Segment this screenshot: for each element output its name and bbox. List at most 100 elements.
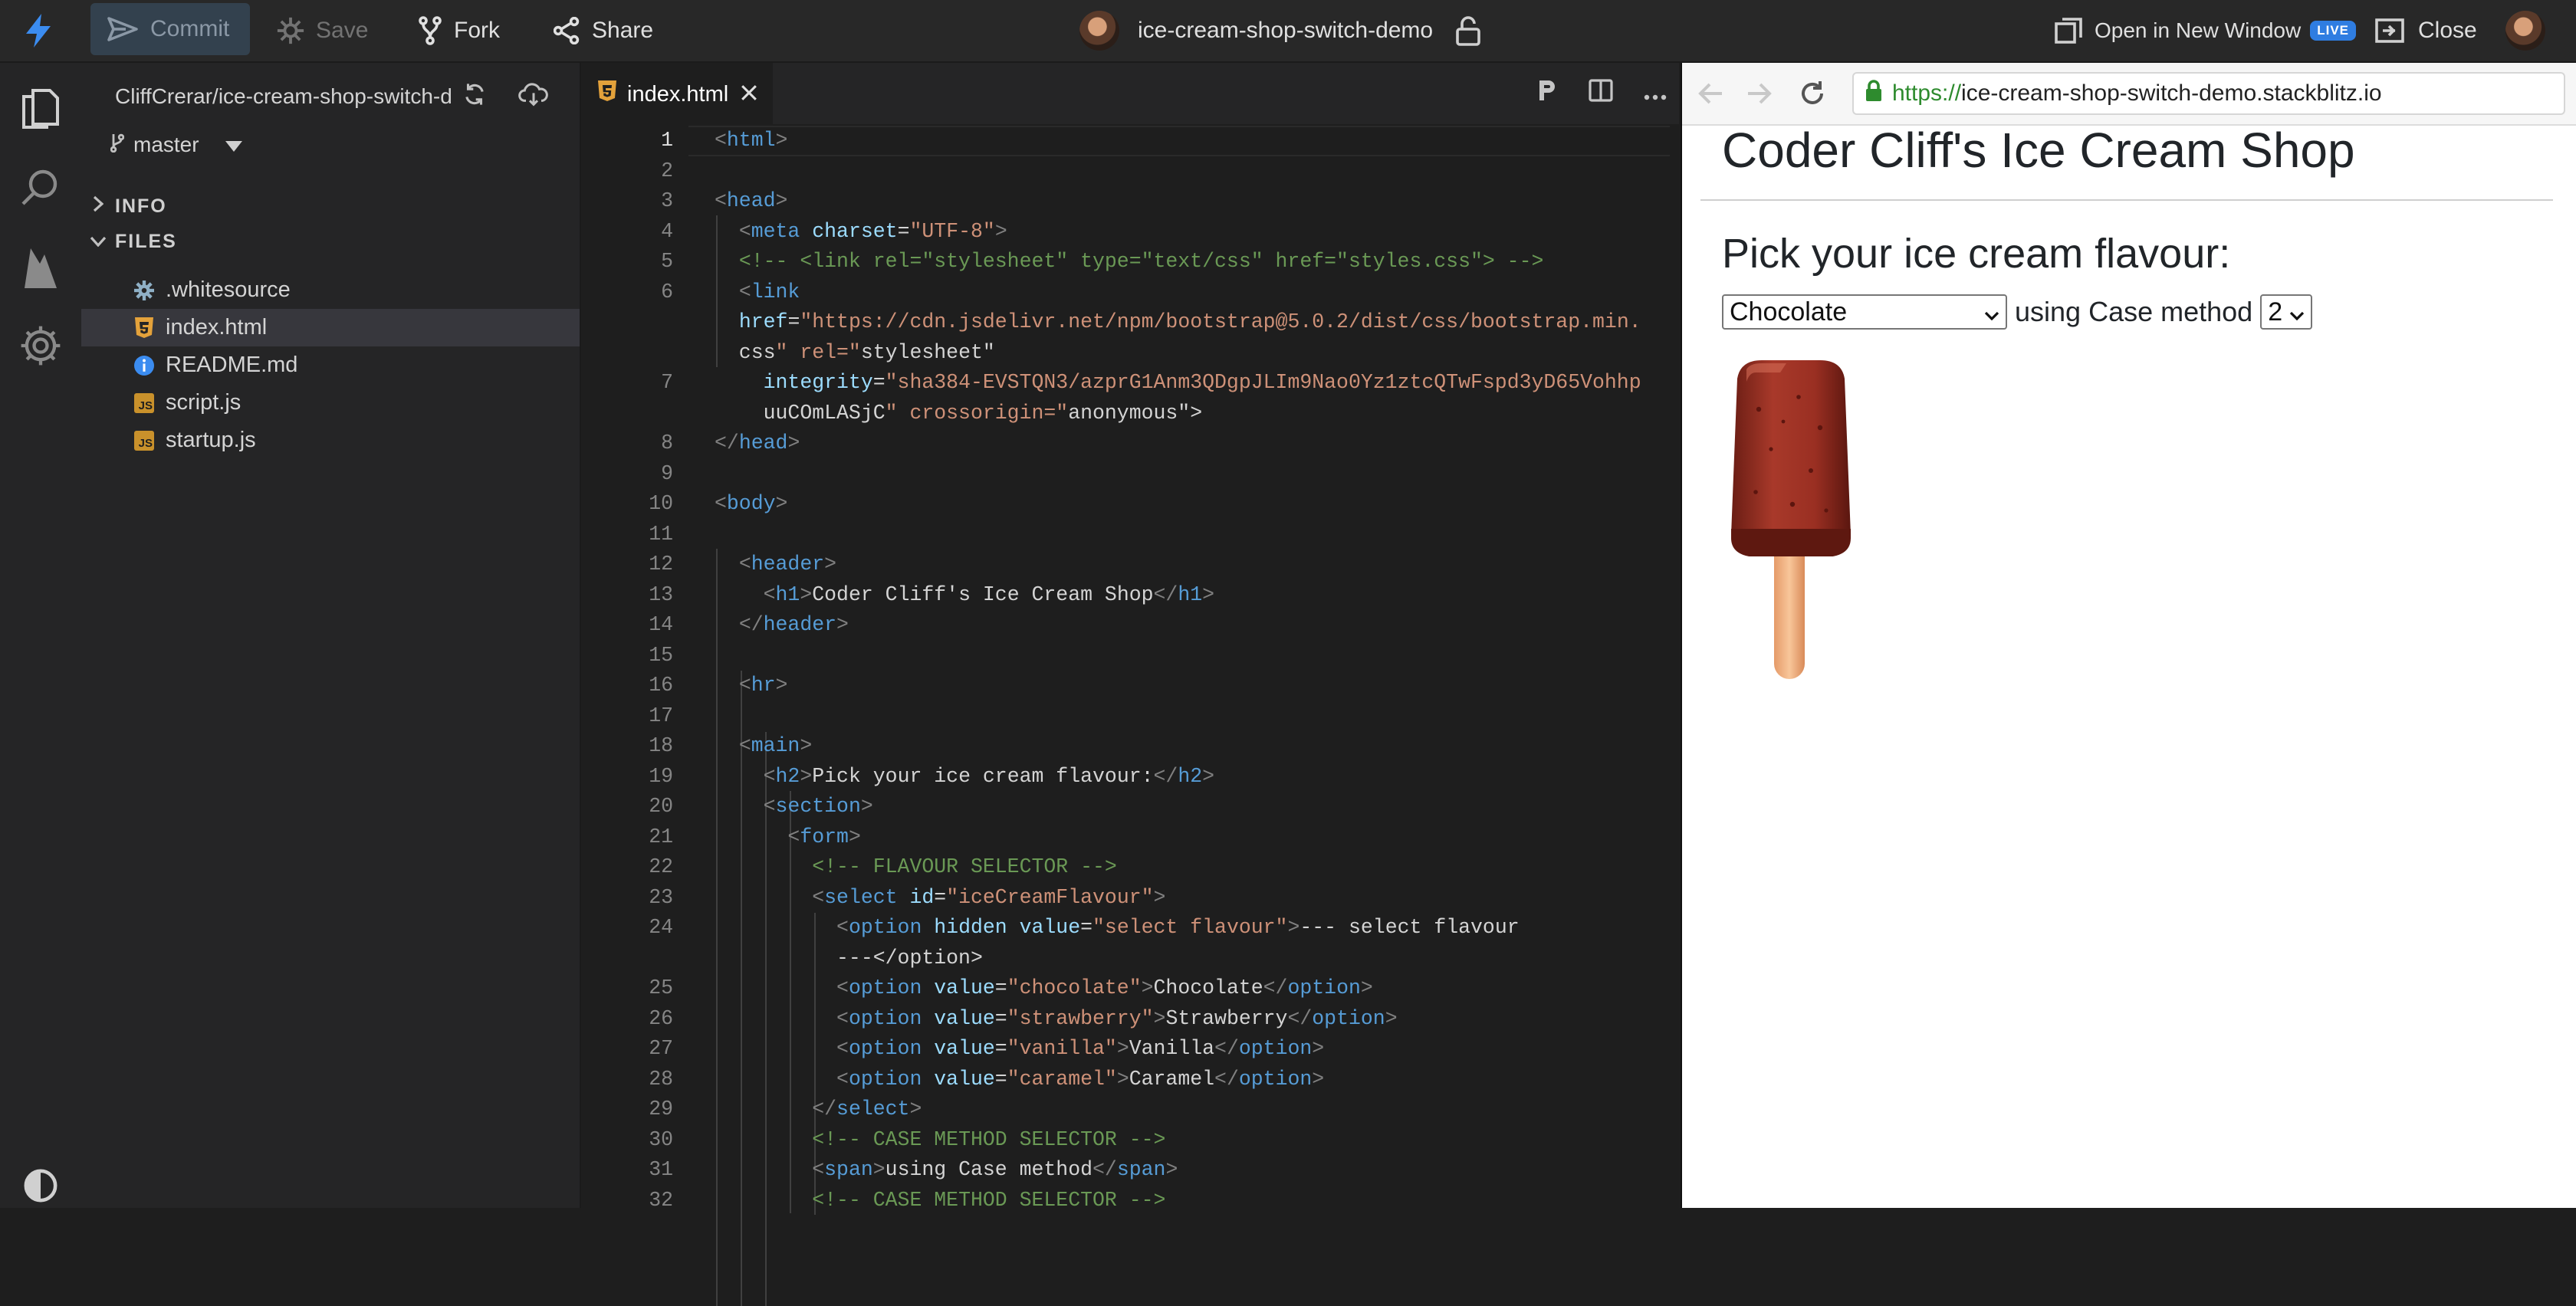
code-line[interactable]: <select id="iceCreamFlavour"> (715, 883, 1165, 914)
code-line[interactable]: ---</option> (715, 943, 983, 974)
code-line[interactable]: uuCOmLASjC" crossorigin="anonymous"> (715, 399, 1203, 429)
editor-actions (1538, 63, 1667, 124)
chevron-right-icon (81, 195, 115, 218)
fork-button[interactable]: Fork (419, 0, 500, 61)
code-line[interactable]: <!-- CASE METHOD SELECTOR --> (715, 1186, 1165, 1216)
select-chevron-icon (1984, 297, 1999, 327)
code-line[interactable]: <!-- CASE METHOD SELECTOR --> (715, 1125, 1165, 1156)
code-line[interactable]: <main> (715, 731, 812, 762)
theme-toggle-icon[interactable] (0, 1168, 81, 1203)
code-line[interactable]: </select> (715, 1094, 922, 1125)
code-line[interactable]: <!-- <link rel="stylesheet" type="text/c… (715, 247, 1544, 277)
cloud-download-icon[interactable] (518, 81, 549, 113)
code-line[interactable]: <hr> (715, 671, 788, 701)
line-number: 27 (649, 1037, 673, 1060)
line-number: 26 (649, 1006, 673, 1030)
unlocked-icon[interactable] (1454, 15, 1482, 46)
code-line[interactable]: <link (715, 277, 800, 308)
project-title[interactable]: ice-cream-shop-switch-demo (1138, 18, 1433, 44)
code-line[interactable]: href="https://cdn.jsdelivr.net/npm/boots… (715, 307, 1641, 338)
code-line[interactable]: <option value="chocolate">Chocolate</opt… (715, 973, 1373, 1004)
flavour-select[interactable]: Chocolate (1722, 294, 2007, 330)
open-in-new-window-button[interactable]: Open in New Window LIVE (2055, 0, 2357, 61)
settings-icon[interactable] (0, 323, 81, 368)
code-line[interactable]: <h2>Pick your ice cream flavour:</h2> (715, 762, 1214, 792)
line-number: 21 (649, 825, 673, 848)
code-line[interactable]: <form> (715, 822, 860, 853)
case-method-select[interactable]: 2 (2260, 294, 2313, 330)
line-number: 11 (649, 522, 673, 546)
line-number: 6 (661, 280, 673, 304)
code-line[interactable]: <option hidden value="select flavour">--… (715, 913, 1520, 943)
save-button[interactable]: Save (276, 0, 368, 61)
editor-tab-bar: index.html (581, 63, 1679, 124)
repo-row: CliffCrerar/ice-cream-shop-switch-demo (115, 75, 575, 118)
flavour-form: Chocolate using Case method 2 (1722, 294, 2313, 330)
file-name: README.md (166, 353, 298, 377)
stackblitz-logo-icon[interactable] (21, 0, 55, 61)
close-preview-button[interactable]: Close (2375, 0, 2477, 61)
code-line[interactable]: <option value="strawberry">Strawberry</o… (715, 1004, 1398, 1035)
line-number: 18 (649, 734, 673, 757)
line-number: 1 (661, 129, 673, 152)
firebase-icon[interactable] (0, 242, 81, 293)
reload-icon[interactable] (1799, 63, 1826, 124)
line-number: 24 (649, 916, 673, 939)
close-label: Close (2418, 18, 2477, 43)
code-line[interactable]: </header> (715, 610, 849, 641)
user-avatar (2505, 11, 2545, 51)
code-line[interactable]: <meta charset="UTF-8"> (715, 217, 1007, 248)
code-line[interactable]: </head> (715, 428, 800, 459)
info-section-header[interactable]: INFO (81, 189, 580, 224)
preview-url-field[interactable]: https://ice-cream-shop-switch-demo.stack… (1852, 72, 2565, 115)
code-line[interactable]: <span>using Case method</span> (715, 1155, 1178, 1186)
more-actions-icon[interactable] (1644, 80, 1667, 107)
close-tab-icon[interactable] (741, 82, 757, 107)
code-line[interactable]: <!-- FLAVOUR SELECTOR --> (715, 852, 1117, 883)
file-name: .whitesource (166, 277, 291, 302)
code-line[interactable]: <option value="vanilla">Vanilla</option> (715, 1034, 1324, 1065)
code-line[interactable]: <option value="caramel">Caramel</option> (715, 1065, 1324, 1095)
branch-selector[interactable]: master (110, 126, 242, 164)
files-section-header[interactable]: FILES (81, 224, 580, 259)
code-line[interactable]: integrity="sha384-EVSTQN3/azprG1Anm3QDgp… (715, 368, 1641, 399)
code-line[interactable]: <header> (715, 550, 836, 580)
select-chevron-icon (2289, 297, 2305, 327)
code-line[interactable]: <section> (715, 792, 873, 822)
back-arrow-icon[interactable] (1697, 63, 1723, 124)
split-editor-icon[interactable] (1589, 79, 1613, 108)
commit-button[interactable]: Commit (90, 3, 250, 55)
file-item-whitesource[interactable]: .whitesource (81, 271, 580, 309)
line-number: 25 (649, 976, 673, 999)
send-icon (107, 17, 138, 41)
search-icon[interactable] (0, 167, 81, 208)
share-button[interactable]: Share (554, 0, 653, 61)
line-number: 20 (649, 795, 673, 818)
code-line[interactable]: css" rel="stylesheet" (715, 338, 995, 369)
explorer-icon[interactable] (0, 83, 81, 130)
preview-url-bar: https://ice-cream-shop-switch-demo.stack… (1682, 63, 2576, 126)
code-editor: index.html 1 <html> 2 3 <head> 4 <meta charse… (581, 63, 2251, 1306)
chocolate-popsicle-image (1725, 357, 1857, 686)
file-item-script-js[interactable]: JS script.js (81, 384, 580, 422)
url-host: ice-cream-shop-switch-demo.stackblitz.io (1961, 80, 2382, 106)
file-item-readme[interactable]: README.md (81, 346, 580, 384)
file-item-startup-js[interactable]: JS startup.js (81, 422, 580, 459)
js-icon: JS (133, 430, 155, 451)
file-item-index-html[interactable]: index.html (81, 309, 580, 346)
code-line[interactable]: <html> (715, 126, 787, 156)
code-line[interactable]: <body> (715, 489, 787, 520)
sync-icon[interactable] (462, 81, 488, 113)
files-sidebar: CliffCrerar/ice-cream-shop-switch-demo m… (81, 63, 581, 1208)
prettier-icon[interactable] (1538, 79, 1558, 108)
code-line[interactable]: <h1>Coder Cliff's Ice Cream Shop</h1> (715, 580, 1214, 611)
user-avatar-button[interactable] (2505, 0, 2545, 61)
code-line[interactable]: <head> (715, 186, 787, 217)
forward-arrow-icon[interactable] (1746, 63, 1773, 124)
line-number: 4 (661, 219, 673, 243)
divider (1700, 199, 2553, 201)
line-number: 16 (649, 674, 673, 697)
repo-name[interactable]: CliffCrerar/ice-cream-shop-switch-demo (115, 84, 451, 109)
tab-index-html[interactable]: index.html (581, 63, 773, 124)
files-section-label: FILES (115, 230, 177, 252)
